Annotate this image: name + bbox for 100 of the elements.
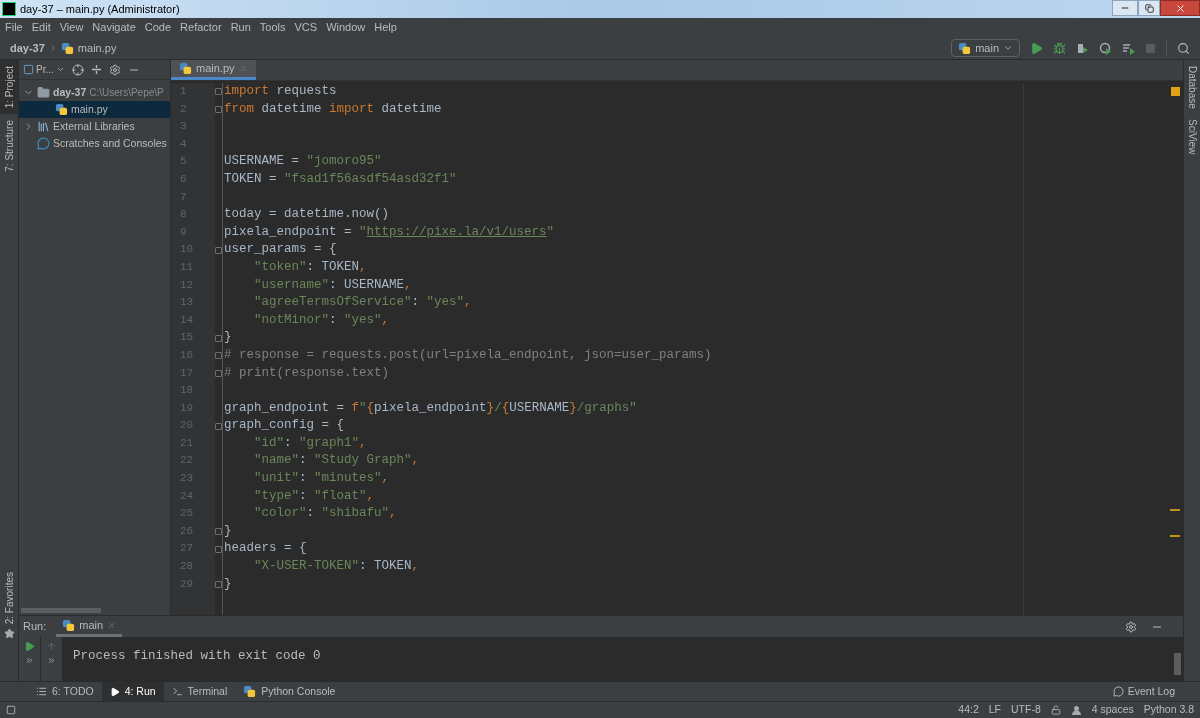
menu-item[interactable]: Help	[374, 19, 397, 36]
tool-window-tab[interactable]: 2: Favorites	[1, 571, 17, 624]
fold-marker[interactable]	[215, 105, 222, 113]
fold-marker[interactable]	[215, 369, 222, 377]
tool-window-tab[interactable]: SciView	[1184, 118, 1200, 155]
terminal-icon	[171, 686, 183, 697]
fold-marker[interactable]	[215, 352, 222, 360]
code-line: "agreeTermsOfService": "yes",	[254, 294, 472, 312]
tree-item[interactable]: main.py	[19, 101, 170, 118]
scrollbar[interactable]	[21, 608, 101, 613]
lock-icon[interactable]	[1050, 705, 1061, 715]
python-file-icon	[62, 618, 76, 632]
concurrency-icon[interactable]	[1122, 41, 1135, 55]
fold-marker[interactable]	[215, 528, 222, 536]
app-logo-icon	[2, 2, 16, 16]
restore-button[interactable]	[1138, 0, 1160, 16]
code-line: }	[224, 522, 232, 540]
restore-icon	[1144, 3, 1154, 13]
item-label: Scratches and Consoles	[53, 135, 167, 151]
code-line: }	[224, 575, 232, 593]
minimize-button[interactable]	[1112, 0, 1138, 16]
close-icon	[107, 620, 117, 630]
fold-marker[interactable]	[215, 88, 222, 96]
menu-item[interactable]: File	[5, 19, 23, 36]
star-icon	[3, 628, 15, 639]
code-line: "color": "shibafu",	[254, 505, 397, 523]
tool-window-tab[interactable]: Database	[1184, 66, 1200, 109]
menu-item[interactable]: Refactor	[180, 19, 222, 36]
debug-icon[interactable]	[1053, 41, 1066, 55]
settings-icon[interactable]	[1125, 620, 1137, 633]
up-arrow-icon[interactable]	[46, 641, 57, 652]
menu-item[interactable]: View	[59, 19, 84, 36]
menu-item[interactable]: Navigate	[92, 19, 136, 36]
coverage-icon[interactable]	[1076, 41, 1089, 55]
more-icon[interactable]	[47, 656, 56, 665]
python-file-icon	[243, 685, 257, 698]
close-icon[interactable]	[238, 64, 248, 73]
code-line: TOKEN = "fsad1f56asdf54asd32f1"	[224, 170, 457, 188]
tool-window-tab[interactable]: Terminal	[163, 682, 236, 701]
menu-item[interactable]: VCS	[294, 19, 318, 36]
code-line: # print(response.text)	[224, 364, 390, 382]
indent-setting[interactable]: 4 spaces	[1091, 702, 1134, 718]
tool-window-tab[interactable]: 1: Project	[0, 60, 18, 115]
editor-tab[interactable]: main.py	[171, 60, 256, 80]
library-icon	[37, 120, 50, 133]
python-interpreter[interactable]: Python 3.8	[1143, 702, 1194, 718]
panel-toggle-icon[interactable]	[6, 705, 16, 715]
menu-item[interactable]: Tools	[259, 19, 286, 36]
stop-icon[interactable]	[1145, 42, 1156, 54]
view-selector[interactable]: Pr...	[23, 62, 65, 77]
tree-item[interactable]: External Libraries	[19, 118, 170, 135]
profile-icon[interactable]	[1099, 41, 1112, 55]
breadcrumb-item[interactable]: main.py	[60, 39, 117, 57]
collapse-all-icon[interactable]	[90, 64, 102, 75]
tree-item[interactable]: day-37 C:\Users\Pepe\P	[19, 84, 170, 101]
code-line: graph_endpoint = f"{pixela_endpoint}/{USERNAME}/graphs"	[224, 399, 637, 417]
code-line: import requests	[224, 83, 337, 100]
code-line: "id": "graph1",	[254, 434, 367, 452]
tool-window-tab[interactable]: 7: Structure	[0, 114, 18, 178]
more-icon[interactable]	[25, 656, 34, 665]
menu-item[interactable]: Edit	[31, 19, 51, 36]
menu-item[interactable]: Run	[230, 19, 251, 36]
code-line: # response = requests.post(url=pixela_endpoint, json=user_params)	[224, 346, 712, 364]
inspector-icon[interactable]	[1070, 704, 1082, 716]
code-line: pixela_endpoint = "https://pixe.la/v1/users"	[224, 223, 555, 241]
item-path: C:\Users\Pepe\P	[89, 86, 164, 100]
event-log-button[interactable]: Event Log	[1112, 683, 1175, 700]
fold-marker[interactable]	[215, 545, 222, 553]
settings-icon[interactable]	[108, 63, 121, 76]
scratch-icon	[37, 137, 50, 150]
search-icon[interactable]	[1177, 41, 1190, 55]
warning-indicator[interactable]	[1170, 87, 1180, 96]
python-file-icon	[55, 103, 68, 116]
file-encoding[interactable]: UTF-8	[1011, 702, 1041, 718]
menu-item[interactable]: Code	[144, 19, 172, 36]
breadcrumb-item[interactable]: day-37	[10, 39, 45, 57]
caret-icon	[1003, 43, 1013, 53]
caret-position[interactable]: 44:2	[958, 702, 979, 718]
code-line: from datetime import datetime	[224, 100, 442, 118]
close-button[interactable]	[1160, 0, 1200, 16]
run-config-dropdown[interactable]: main	[951, 39, 1020, 57]
item-label: day-37	[53, 84, 87, 100]
menu-item[interactable]: Window	[326, 19, 366, 36]
code-line: "X-USER-TOKEN": TOKEN,	[254, 558, 420, 576]
fold-marker[interactable]	[215, 334, 222, 342]
tree-item[interactable]: Scratches and Consoles	[19, 135, 170, 152]
locate-icon[interactable]	[71, 63, 84, 76]
run-icon[interactable]	[1030, 41, 1043, 55]
tool-window-tab[interactable]: 4: Run	[101, 682, 164, 701]
line-separator[interactable]: LF	[988, 702, 1001, 718]
window-title: day-37 – main.py (Administrator)	[20, 1, 180, 17]
scrollbar[interactable]	[1174, 653, 1181, 675]
rerun-icon[interactable]	[24, 641, 35, 652]
tool-window-tab[interactable]: Python Console	[235, 682, 344, 701]
list-icon	[36, 686, 47, 697]
tool-window-tab[interactable]: 6: TODO	[28, 682, 102, 701]
fold-marker[interactable]	[215, 422, 222, 430]
fold-marker[interactable]	[215, 246, 222, 254]
item-label: main.py	[71, 101, 108, 117]
fold-marker[interactable]	[215, 580, 222, 588]
